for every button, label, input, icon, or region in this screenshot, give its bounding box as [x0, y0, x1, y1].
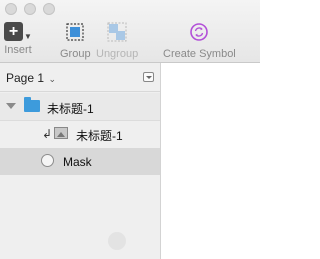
- layer-row-image[interactable]: ↲ 未标题-1: [0, 121, 160, 148]
- toggle-pages-button[interactable]: [143, 72, 154, 82]
- create-symbol-button[interactable]: Create Symbol: [163, 22, 236, 60]
- group-icon: [66, 23, 84, 41]
- mask-arrow-icon: ↲: [42, 127, 53, 141]
- layer-name: 未标题-1: [76, 129, 123, 143]
- minimize-window-button[interactable]: [24, 3, 36, 15]
- layer-name: 未标题-1: [47, 102, 94, 116]
- ungroup-button[interactable]: Ungroup: [96, 22, 138, 60]
- window-controls: [5, 3, 55, 15]
- create-symbol-label: Create Symbol: [163, 48, 236, 60]
- layer-row-mask[interactable]: Mask: [0, 148, 160, 175]
- insert-button[interactable]: + ▼ Insert: [4, 22, 32, 56]
- page-selector-label[interactable]: Page 1 ⌄: [6, 71, 56, 85]
- insert-label: Insert: [4, 44, 32, 56]
- folder-icon: [24, 97, 40, 112]
- close-window-button[interactable]: [5, 3, 17, 15]
- group-label: Group: [60, 48, 91, 60]
- layer-name: Mask: [63, 155, 92, 169]
- ungroup-icon: [107, 22, 127, 42]
- zoom-window-button[interactable]: [43, 3, 55, 15]
- layer-row-group[interactable]: 未标题-1: [0, 93, 160, 121]
- dropdown-caret-icon: ▼: [24, 32, 32, 41]
- window-toolbar: + ▼ Insert Group Ungroup Create Symbol: [0, 0, 260, 63]
- ungroup-label: Ungroup: [96, 48, 139, 60]
- oval-icon: [41, 154, 54, 167]
- plus-icon: +: [4, 22, 23, 41]
- watermark-logo: [108, 232, 126, 250]
- chevron-down-icon: ⌄: [46, 74, 57, 84]
- current-page-name: Page 1: [6, 71, 45, 85]
- group-button[interactable]: Group: [60, 22, 91, 60]
- page-selector[interactable]: Page 1 ⌄: [0, 63, 160, 92]
- image-icon: [54, 127, 68, 139]
- layers-sidebar: Page 1 ⌄ 未标题-1 ↲ 未标题-1 Mask: [0, 63, 161, 259]
- disclosure-triangle-icon[interactable]: [6, 103, 16, 109]
- symbol-icon: [190, 23, 209, 41]
- canvas-area[interactable]: [161, 63, 260, 259]
